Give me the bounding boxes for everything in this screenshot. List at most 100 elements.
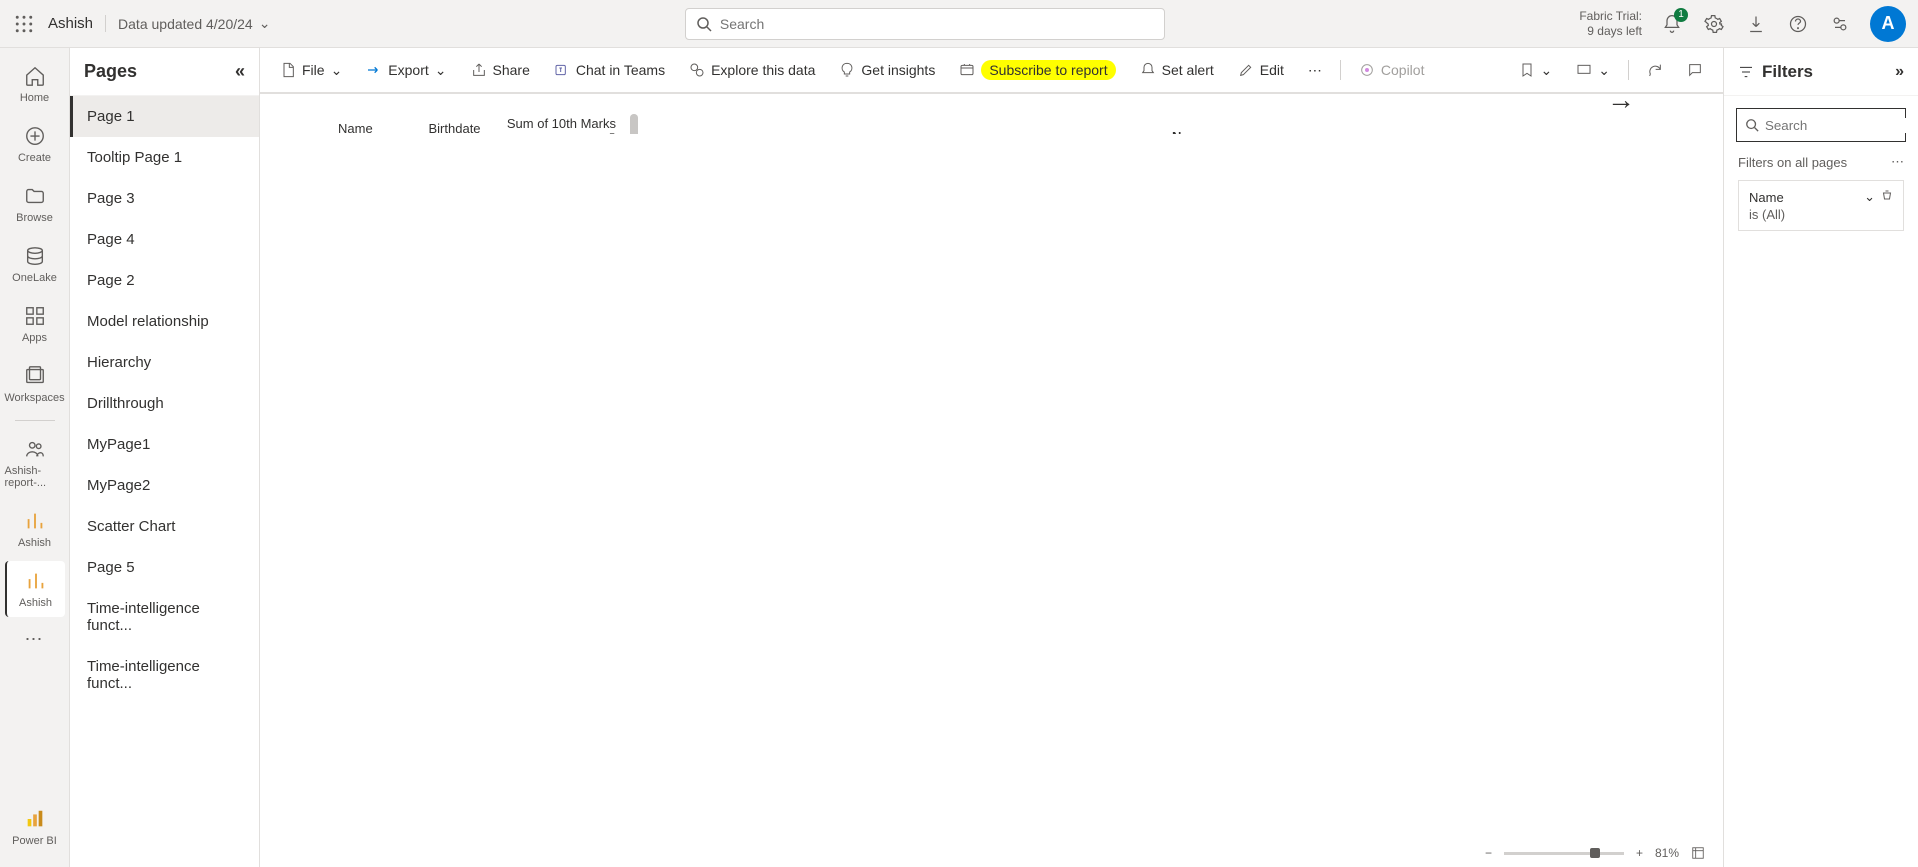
zoom-out[interactable]: − [1485, 846, 1492, 860]
rail-label: Power BI [12, 835, 57, 847]
copilot-button[interactable]: Copilot [1349, 56, 1435, 84]
help-button[interactable] [1786, 12, 1810, 36]
filter-search[interactable] [1736, 108, 1906, 142]
page-item[interactable]: Page 2 [70, 260, 259, 301]
page-item[interactable]: Scatter Chart [70, 506, 259, 547]
page-item[interactable]: MyPage2 [70, 465, 259, 506]
rail-report-workspace[interactable]: Ashish-report-... [5, 429, 65, 497]
export-menu[interactable]: Export⌄ [356, 56, 456, 85]
alert-button[interactable]: Set alert [1130, 56, 1224, 84]
filter-card-name[interactable]: Name ⌄ is (All) [1738, 180, 1904, 231]
page-item[interactable]: Time-intelligence funct... [70, 646, 259, 704]
table-visual[interactable]: NameBirthdateSum of 10th Marks▼ Ashish32… [332, 114, 622, 134]
name-slicer[interactable]: Name AbhilashAbhishhekAkshayAliaAnjaliAs… [1172, 129, 1332, 134]
share-button[interactable]: Share [461, 56, 540, 84]
table-header[interactable]: Name [332, 114, 415, 134]
pages-title: Pages [84, 61, 137, 82]
rail-browse[interactable]: Browse [5, 176, 65, 232]
chevron-down-icon: ⌄ [1541, 62, 1553, 79]
fit-page-icon[interactable] [1691, 846, 1705, 860]
next-page-arrow[interactable]: → [1607, 94, 1635, 116]
filters-section-header[interactable]: Filters on all pages ⋯ [1724, 154, 1918, 170]
chevron-down-icon: ⌄ [1598, 62, 1610, 79]
user-avatar[interactable]: A [1870, 6, 1906, 42]
rail-home[interactable]: Home [5, 56, 65, 112]
app-header: Ashish Data updated 4/20/24 ⌄ Fabric Tri… [0, 0, 1918, 48]
more-icon[interactable]: ⋯ [1891, 154, 1904, 170]
search-input[interactable] [720, 16, 1154, 32]
search-icon [1745, 118, 1759, 132]
explore-button[interactable]: Explore this data [679, 56, 825, 84]
chevron-down-icon[interactable]: ⌄ [1864, 189, 1875, 205]
page-item[interactable]: Time-intelligence funct... [70, 588, 259, 646]
plus-circle-icon [23, 124, 47, 148]
barchart-icon [24, 569, 48, 593]
settings-button[interactable] [1702, 12, 1726, 36]
chat-teams-button[interactable]: Chat in Teams [544, 56, 675, 84]
feedback-button[interactable] [1828, 12, 1852, 36]
chevron-down-icon: ⌄ [259, 15, 271, 32]
comment-button[interactable] [1677, 56, 1713, 84]
refresh-button[interactable] [1637, 56, 1673, 84]
page-item[interactable]: Page 1 [70, 96, 259, 137]
table-header[interactable]: Birthdate [415, 114, 487, 134]
tb-label: File [302, 62, 325, 78]
trial-status[interactable]: Fabric Trial: 9 days left [1579, 9, 1642, 38]
view-menu[interactable]: ⌄ [1566, 56, 1620, 85]
collapse-filters-icon[interactable]: » [1895, 63, 1904, 81]
app-launcher-icon[interactable] [12, 12, 36, 36]
canvas-viewport[interactable]: → NameBirthdateSum of 10th Marks▼ Ashish… [272, 94, 1723, 134]
filters-panel: Filters » Filters on all pages ⋯ Name ⌄ … [1723, 48, 1918, 867]
table-header[interactable]: Sum of 10th Marks▼ [487, 114, 622, 134]
page-item[interactable]: Tooltip Page 1 [70, 137, 259, 178]
collapse-pages-icon[interactable]: « [235, 61, 245, 82]
filters-title: Filters [1762, 62, 1813, 82]
clear-filter-icon[interactable] [1881, 189, 1893, 205]
insights-button[interactable]: Get insights [829, 56, 945, 84]
barchart-icon [23, 509, 47, 533]
people-icon [23, 437, 47, 461]
table-scrollbar[interactable] [630, 114, 638, 134]
zoom-slider[interactable] [1504, 852, 1624, 855]
subscribe-button[interactable]: Subscribe to report [949, 54, 1125, 86]
chevron-down-icon: ⌄ [331, 62, 343, 79]
pages-header: Pages « [70, 48, 259, 96]
nav-rail: Home Create Browse OneLake Apps Workspac… [0, 48, 70, 867]
page-item[interactable]: MyPage1 [70, 424, 259, 465]
rail-create[interactable]: Create [5, 116, 65, 172]
header-right: Fabric Trial: 9 days left 1 A [1579, 6, 1906, 42]
bookmark-menu[interactable]: ⌄ [1509, 56, 1563, 85]
tb-label: Set alert [1162, 62, 1214, 78]
rail-label: Browse [16, 212, 53, 224]
page-item[interactable]: Model relationship [70, 301, 259, 342]
edit-button[interactable]: Edit [1228, 56, 1294, 84]
rail-workspaces[interactable]: Workspaces [5, 356, 65, 412]
search-icon [696, 16, 712, 32]
zoom-in[interactable]: + [1636, 846, 1643, 860]
global-search[interactable] [685, 8, 1165, 40]
data-updated-dropdown[interactable]: Data updated 4/20/24 ⌄ [118, 15, 270, 32]
rail-more[interactable]: ⋯ [5, 621, 65, 658]
page-item[interactable]: Page 4 [70, 219, 259, 260]
notifications-button[interactable]: 1 [1660, 12, 1684, 36]
rail-report-1[interactable]: Ashish [5, 501, 65, 557]
pages-panel: Pages « Page 1Tooltip Page 1Page 3Page 4… [70, 48, 260, 867]
tb-label: Share [493, 62, 530, 78]
tb-label: Chat in Teams [576, 62, 665, 78]
download-button[interactable] [1744, 12, 1768, 36]
page-item[interactable]: Hierarchy [70, 342, 259, 383]
page-item[interactable]: Page 5 [70, 547, 259, 588]
trial-line1: Fabric Trial: [1579, 9, 1642, 23]
rail-onelake[interactable]: OneLake [5, 236, 65, 292]
filter-search-input[interactable] [1765, 118, 1918, 133]
filters-section-label: Filters on all pages [1738, 155, 1847, 170]
rail-report-2[interactable]: Ashish [5, 561, 65, 617]
toolbar-more[interactable]: ⋯ [1298, 56, 1332, 85]
page-item[interactable]: Page 3 [70, 178, 259, 219]
tb-label: Copilot [1381, 62, 1425, 78]
page-item[interactable]: Drillthrough [70, 383, 259, 424]
workspace-name[interactable]: Ashish [36, 15, 106, 32]
rail-powerbi[interactable]: Power BI [5, 799, 65, 855]
file-menu[interactable]: File ⌄ [270, 56, 352, 85]
rail-apps[interactable]: Apps [5, 296, 65, 352]
